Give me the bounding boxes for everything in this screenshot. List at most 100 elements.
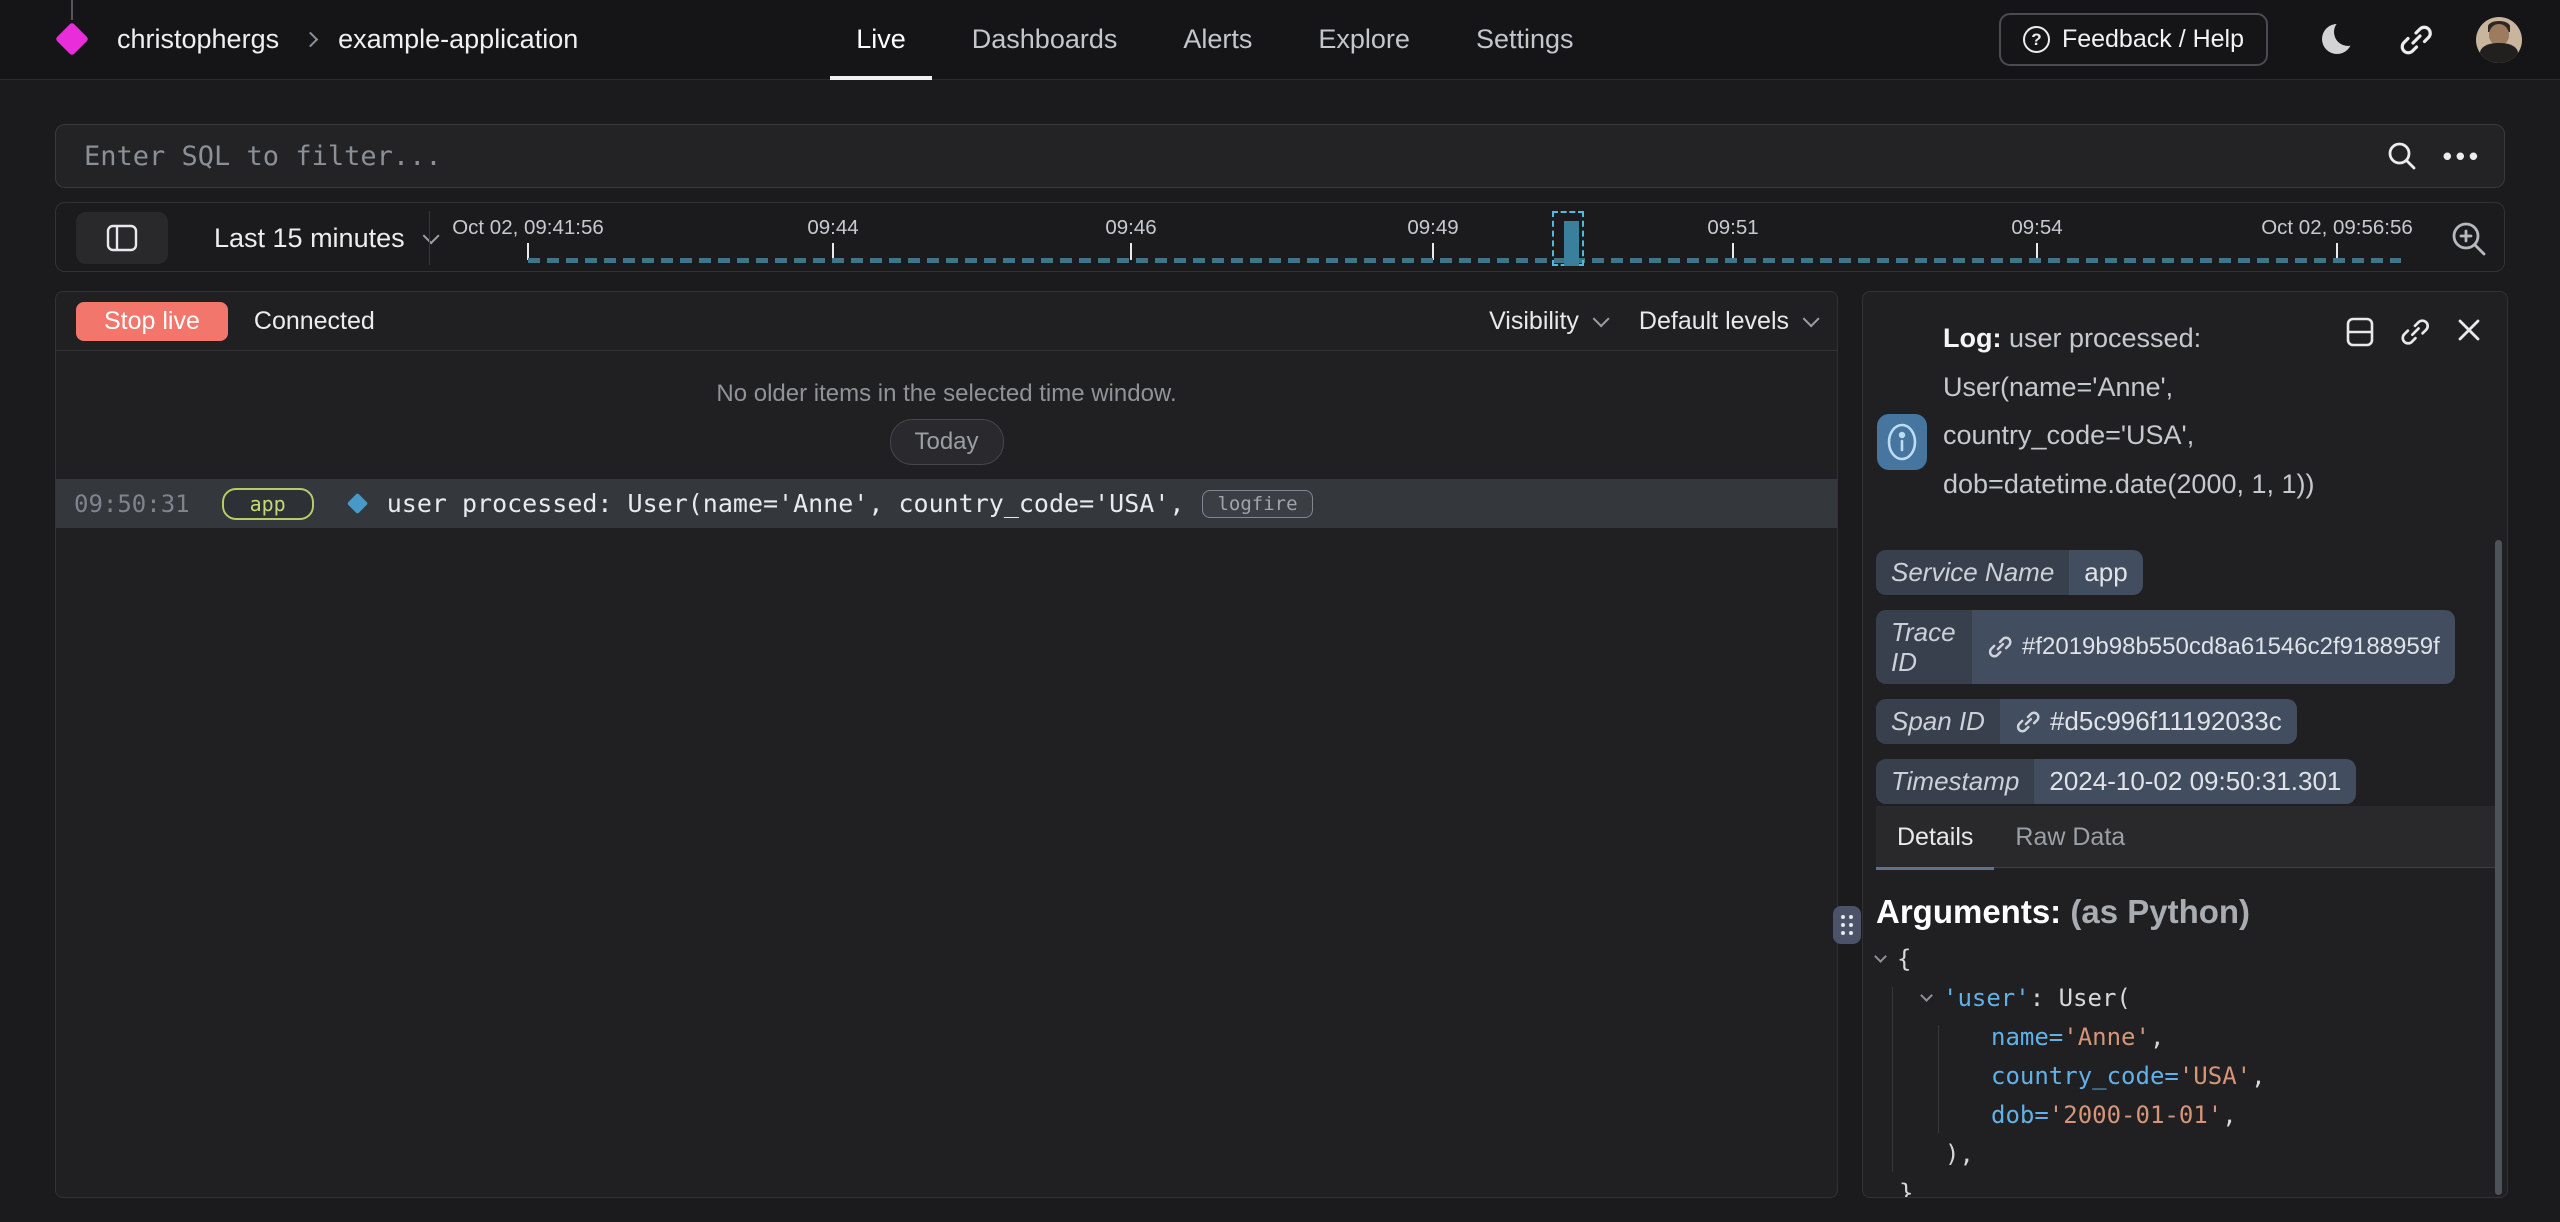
more-options-icon[interactable]: ••• (2443, 141, 2482, 172)
question-icon: ? (2023, 26, 2050, 53)
log-detail-panel: Log: user processed: User(name='Anne', c… (1862, 291, 2508, 1198)
attribute-label: Trace ID (1876, 610, 1972, 684)
axis-tick-label: 09:54 (2011, 216, 2062, 240)
grip-icon (1841, 915, 1853, 935)
attribute-service-name: Service Nameapp (1876, 550, 2143, 595)
detail-tab-details[interactable]: Details (1876, 806, 1994, 868)
code-token: country_code= (1991, 1062, 2179, 1090)
axis-tick-label: 09:51 (1707, 216, 1758, 240)
list-toolbar: Stop live Connected Visibility Default l… (56, 292, 1837, 351)
dock-panel-icon[interactable] (2345, 316, 2375, 348)
info-level-icon (1877, 414, 1927, 470)
attribute-value[interactable]: #d5c996f11192033c (2000, 699, 2297, 744)
sql-filter-input[interactable]: Enter SQL to filter... (56, 141, 2385, 172)
detail-tab-raw-data[interactable]: Raw Data (1994, 806, 2146, 868)
link-icon (2015, 709, 2041, 735)
code-token: 'USA' (2179, 1062, 2251, 1090)
zoom-in-icon[interactable] (2448, 218, 2490, 260)
timeline-bar: Last 15 minutes Oct 02, 09:41:56 09:44 09:… (55, 202, 2505, 272)
attribute-trace-id[interactable]: Trace ID#f2019b98b550cd8a61546c2f9188959… (1876, 610, 2455, 684)
chevron-down-icon (422, 227, 439, 244)
visibility-label: Visibility (1489, 307, 1579, 336)
attribute-badges: Service Nameapp Trace ID#f2019b98b550cd8a… (1876, 550, 2455, 804)
divider (429, 211, 430, 265)
log-message: user processed: User(name='Anne', countr… (387, 489, 1185, 518)
close-icon[interactable] (2455, 316, 2483, 344)
logfire-tag[interactable]: logfire (1202, 490, 1312, 518)
attribute-value[interactable]: #f2019b98b550cd8a61546c2f9188959f (1972, 610, 2455, 684)
breadcrumb-project[interactable]: example-application (338, 24, 578, 55)
default-levels-label: Default levels (1639, 307, 1789, 336)
code-token: dob= (1991, 1101, 2049, 1129)
stop-live-button[interactable]: Stop live (76, 302, 228, 341)
code-token: : (2030, 984, 2059, 1012)
axis-baseline (528, 258, 2401, 263)
header-right: ? Feedback / Help (1999, 13, 2522, 66)
empty-window-message: No older items in the selected time wind… (56, 380, 1837, 408)
code-line: { (1876, 939, 2266, 978)
attribute-value: 2024-10-02 09:50:31.301 (2034, 759, 2356, 804)
sql-filter-bar: Enter SQL to filter... ••• (55, 124, 2505, 188)
service-badge[interactable]: app (222, 488, 314, 520)
collapse-chevron-icon[interactable] (1874, 950, 1887, 963)
tab-explore[interactable]: Explore (1292, 0, 1436, 80)
search-icon[interactable] (2385, 139, 2419, 173)
code-token: , (2150, 1023, 2164, 1051)
code-token: '2000-01-01' (2049, 1101, 2222, 1129)
default-levels-dropdown[interactable]: Default levels (1639, 307, 1815, 336)
arguments-code: {'user': User(name='Anne',country_code='… (1876, 939, 2266, 1198)
chevron-down-icon (1593, 310, 1610, 327)
attribute-label: Timestamp (1876, 759, 2034, 804)
attribute-label: Service Name (1876, 550, 2069, 595)
attribute-label: Span ID (1876, 699, 2000, 744)
feedback-help-button[interactable]: ? Feedback / Help (1999, 13, 2268, 66)
code-token: 'Anne' (2063, 1023, 2150, 1051)
histogram-spike (1564, 221, 1579, 266)
link-icon (1987, 634, 2013, 660)
code-line: } (1876, 1173, 2266, 1198)
breadcrumb-org[interactable]: christophergs (117, 24, 279, 55)
panel-actions (2345, 316, 2483, 348)
axis-tick-label: Oct 02, 09:41:56 (452, 216, 604, 240)
log-detail-title: Log: user processed: User(name='Anne', c… (1943, 314, 2331, 508)
time-range-dropdown[interactable]: Last 15 minutes (214, 203, 435, 273)
sidebar-icon (106, 224, 138, 252)
panel-scrollbar[interactable] (2495, 540, 2502, 1195)
code-line: dob='2000-01-01', (1876, 1095, 2266, 1134)
code-token: } (1899, 1179, 1913, 1199)
attribute-span-id[interactable]: Span ID#d5c996f11192033c (1876, 699, 2297, 744)
collapse-chevron-icon[interactable] (1920, 989, 1933, 1002)
detail-tabs: DetailsRaw Data (1876, 806, 2495, 868)
tab-alerts[interactable]: Alerts (1157, 0, 1278, 80)
logfire-logo-icon[interactable] (59, 0, 85, 80)
visibility-dropdown[interactable]: Visibility (1489, 307, 1605, 336)
today-button[interactable]: Today (889, 419, 1003, 465)
share-link-icon[interactable] (2398, 22, 2434, 58)
tab-dashboards[interactable]: Dashboards (946, 0, 1144, 80)
code-line: country_code='USA', (1876, 1056, 2266, 1095)
connection-status: Connected (254, 307, 375, 336)
live-log-list: Stop live Connected Visibility Default l… (55, 291, 1838, 1198)
axis-tick-label: 09:44 (807, 216, 858, 240)
dark-mode-toggle-icon[interactable] (2320, 22, 2356, 58)
time-range-label: Last 15 minutes (214, 223, 405, 254)
panel-resize-handle[interactable] (1833, 906, 1861, 944)
code-line: ), (1876, 1134, 2266, 1173)
log-row[interactable]: 09:50:31 app user processed: User(name='… (56, 479, 1837, 528)
tab-settings[interactable]: Settings (1450, 0, 1600, 80)
axis-tick-label: 09:46 (1105, 216, 1156, 240)
code-token: { (1897, 945, 1911, 973)
logo-diamond (55, 22, 89, 56)
axis-tick-label: 09:49 (1407, 216, 1458, 240)
logfire-live-page: christophergs example-application LiveDa… (0, 0, 2560, 1222)
top-nav: christophergs example-application LiveDa… (0, 0, 2560, 80)
copy-link-icon[interactable] (2399, 316, 2431, 348)
code-line: name='Anne', (1876, 1017, 2266, 1056)
log-time: 09:50:31 (74, 490, 190, 518)
sidebar-toggle-button[interactable] (76, 212, 168, 264)
code-line: 'user': User( (1876, 978, 2266, 1017)
user-avatar[interactable] (2476, 17, 2522, 63)
code-token: User( (2059, 984, 2131, 1012)
tab-live[interactable]: Live (830, 0, 932, 80)
code-token: ), (1945, 1140, 1974, 1168)
